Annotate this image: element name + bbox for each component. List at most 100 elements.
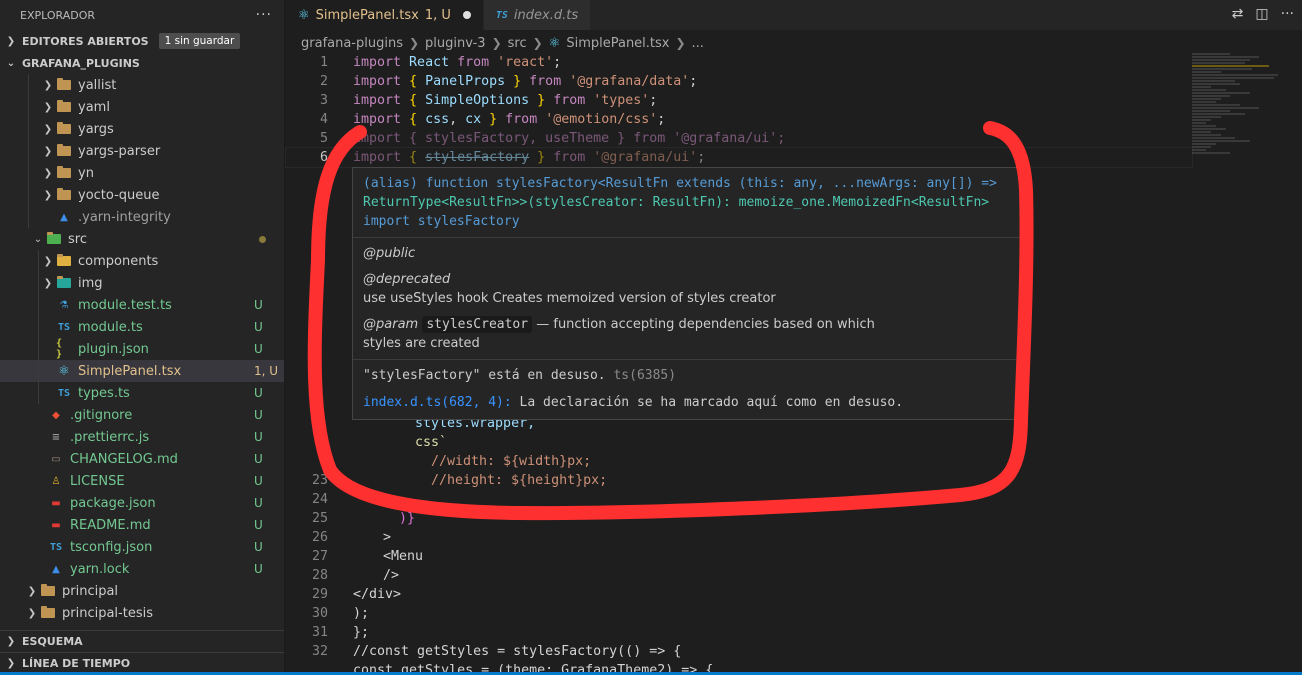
editor-actions: ⇄ ◫ ···	[1232, 6, 1294, 22]
minimap-line	[1192, 56, 1260, 58]
folder-icon	[56, 188, 72, 202]
line-number: 6	[319, 150, 328, 165]
json-icon: { }	[56, 338, 63, 360]
tree-file-module-test[interactable]: ⚗ module.test.ts U	[0, 294, 284, 316]
tree-file-changelog[interactable]: ▭ CHANGELOG.md U	[0, 448, 284, 470]
line-number: 4	[319, 112, 328, 127]
tree-label: yallist	[78, 77, 117, 93]
tree-file-module[interactable]: TS module.ts U	[0, 316, 284, 338]
tree-file-readme[interactable]: ▬ README.md U	[0, 514, 284, 536]
git-status: U	[254, 496, 263, 510]
open-editors-section[interactable]: ❯ EDITORES ABIERTOS 1 sin guardar	[0, 30, 284, 52]
git-status: U	[254, 320, 263, 334]
line-number: 28	[311, 568, 328, 583]
prettier-icon: ≡	[51, 431, 61, 443]
more-actions-icon[interactable]: ···	[256, 7, 272, 23]
tree-folder-yocto-queue[interactable]: ❯ yocto-queue	[0, 184, 284, 206]
tree-label: README.md	[70, 517, 151, 533]
tree-folder-yn[interactable]: ❯ yn	[0, 162, 284, 184]
git-status: 1, U	[254, 364, 279, 378]
outline-section[interactable]: ❯ ESQUEMA	[0, 630, 284, 652]
minimap-line	[1192, 119, 1212, 121]
minimap-line	[1192, 137, 1236, 139]
explorer-header: EXPLORADOR ···	[0, 0, 284, 30]
tree-file-plugin-json[interactable]: { } plugin.json U	[0, 338, 284, 360]
folder-icon	[56, 254, 72, 268]
tree-label: yargs-parser	[78, 143, 161, 159]
tree-file-tsconfig[interactable]: TS tsconfig.json U	[0, 536, 284, 558]
tab-bar: ⚛ SimplePanel.tsx 1, U TS index.d.ts ⇄ ◫…	[286, 0, 1302, 30]
timeline-section[interactable]: ❯ LÍNEA DE TIEMPO	[0, 652, 284, 674]
tree-folder-yargs[interactable]: ❯ yargs	[0, 118, 284, 140]
breadcrumb-item[interactable]: SimplePanel.tsx	[566, 36, 669, 51]
tree-file-yarn-integrity[interactable]: ▲ .yarn-integrity	[0, 206, 284, 228]
tree-label: img	[78, 275, 103, 291]
declaration-link[interactable]: index.d.ts(682, 4):	[363, 395, 512, 410]
folder-icon	[56, 144, 72, 158]
minimap-line	[1192, 116, 1221, 118]
tree-file-prettierrc[interactable]: ≡ .prettierrc.js U	[0, 426, 284, 448]
tree-file-yarn-lock[interactable]: ▲ yarn.lock U	[0, 558, 284, 580]
file-tree: ❯ yallist ❯ yaml ❯ yargs ❯ yargs-parser ❯ yn …	[0, 74, 284, 624]
chevron-right-icon: ❯	[27, 607, 37, 619]
tree-folder-src[interactable]: ⌄ src	[0, 228, 284, 250]
minimap-line	[1192, 98, 1221, 100]
open-editors-label: EDITORES ABIERTOS	[22, 34, 149, 48]
tree-file-gitignore[interactable]: ◆ .gitignore U	[0, 404, 284, 426]
folder-src-icon	[46, 232, 62, 246]
tree-folder-yallist[interactable]: ❯ yallist	[0, 74, 284, 96]
tsconfig-icon: TS	[49, 541, 63, 553]
git-icon: ◆	[52, 409, 60, 421]
tree-file-package-json[interactable]: ▬ package.json U	[0, 492, 284, 514]
tree-folder-img[interactable]: ❯ img	[0, 272, 284, 294]
tab-simplepanel[interactable]: ⚛ SimplePanel.tsx 1, U	[286, 0, 484, 30]
tree-folder-components[interactable]: ❯ components	[0, 250, 284, 272]
breadcrumb-item[interactable]: ...	[692, 36, 704, 51]
breadcrumb-item[interactable]: src	[508, 36, 527, 51]
split-editor-icon[interactable]: ◫	[1255, 6, 1268, 22]
chevron-right-icon: ❯	[43, 255, 53, 267]
minimap-line	[1192, 107, 1260, 109]
line-number: 25	[311, 511, 328, 526]
workspace-section[interactable]: ⌄ GRAFANA_PLUGINS	[0, 52, 284, 74]
git-status: U	[254, 562, 263, 576]
breadcrumb-item[interactable]: grafana-plugins	[301, 36, 403, 51]
tree-label: .gitignore	[70, 407, 133, 423]
folder-icon	[56, 122, 72, 136]
deprecated-symbol[interactable]: stylesFactory	[425, 150, 529, 165]
tab-index-d-ts[interactable]: TS index.d.ts	[483, 0, 592, 30]
minimap-line	[1192, 152, 1231, 154]
tree-file-license[interactable]: ♙ LICENSE U	[0, 470, 284, 492]
minimap-line	[1192, 80, 1236, 82]
tree-folder-principal-tesis[interactable]: ❯ principal-tesis	[0, 602, 284, 624]
line-number: 3	[319, 93, 328, 108]
line-number: 32	[311, 644, 328, 659]
tree-label: yaml	[78, 99, 110, 115]
yarn-icon: ▲	[52, 563, 60, 575]
tree-label: yarn.lock	[70, 561, 130, 577]
more-actions-icon[interactable]: ···	[1281, 6, 1294, 22]
folder-img-icon	[56, 276, 72, 290]
line-number: 5	[319, 131, 328, 146]
tree-label: tsconfig.json	[70, 539, 153, 555]
workspace-label: GRAFANA_PLUGINS	[22, 56, 140, 70]
folder-icon	[40, 606, 56, 620]
tree-file-simplepanel[interactable]: ⚛ SimplePanel.tsx 1, U	[0, 360, 284, 382]
tree-file-types[interactable]: TS types.ts U	[0, 382, 284, 404]
compare-changes-icon[interactable]: ⇄	[1232, 6, 1244, 22]
tree-label: principal	[62, 583, 119, 599]
tree-folder-principal[interactable]: ❯ principal	[0, 580, 284, 602]
unsaved-dot-icon[interactable]	[462, 11, 471, 19]
line-number: 26	[311, 530, 328, 545]
folder-icon	[56, 78, 72, 92]
minimap-line	[1192, 83, 1240, 85]
tree-folder-yaml[interactable]: ❯ yaml	[0, 96, 284, 118]
line-number: 29	[311, 587, 328, 602]
chevron-right-icon: ❯	[27, 585, 37, 597]
line-number: 2	[319, 74, 328, 89]
minimap[interactable]	[1192, 53, 1288, 173]
chevron-down-icon: ⌄	[6, 57, 16, 69]
tree-folder-yargs-parser[interactable]: ❯ yargs-parser	[0, 140, 284, 162]
breadcrumb-item[interactable]: pluginv-3	[425, 36, 486, 51]
minimap-line	[1192, 104, 1240, 106]
